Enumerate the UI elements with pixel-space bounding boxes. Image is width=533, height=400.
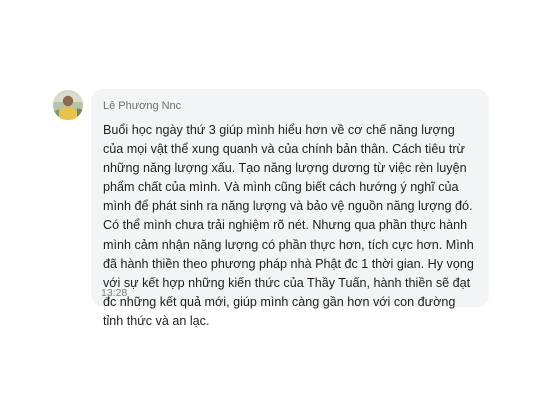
avatar-photo-icon <box>53 90 83 120</box>
chat-view: Lê Phương Nnc Buổi học ngày thứ 3 giúp m… <box>0 0 533 400</box>
message-text: Buổi học ngày thứ 3 giúp mình hiểu hơn v… <box>103 123 474 328</box>
avatar[interactable] <box>53 90 83 120</box>
sender-name[interactable]: Lê Phương Nnc <box>103 99 477 113</box>
message-timestamp: 13:28 <box>101 287 128 299</box>
message-bubble[interactable]: Lê Phương Nnc Buổi học ngày thứ 3 giúp m… <box>91 89 489 328</box>
